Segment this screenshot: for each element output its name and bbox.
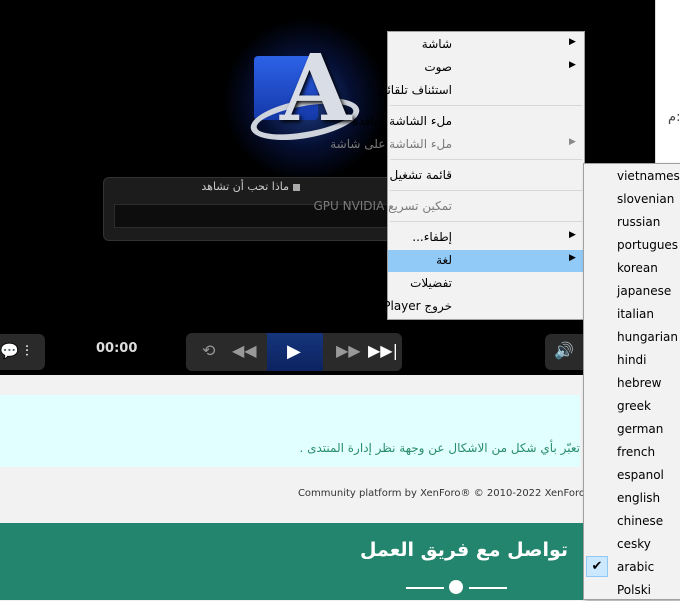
language-submenu: vietnamese slovenian russian portugues k… [583,163,680,600]
language-item[interactable]: portugues [584,234,680,256]
subtitles-icon[interactable]: 💬 [0,342,19,360]
menu-separator [390,221,582,222]
language-item[interactable]: espanol [584,464,680,486]
time-display: 00:00 [96,341,138,356]
menu-separator [390,105,582,106]
language-item[interactable]: korean [584,257,680,279]
language-item[interactable]: hebrew [584,372,680,394]
language-item[interactable]: greek [584,395,680,417]
language-item[interactable]: hindi [584,349,680,371]
next-track-icon[interactable]: ▶▶| [368,341,398,360]
submenu-arrow-icon: ▶ [569,60,576,70]
menu-item-screen[interactable]: شاشة ▶ [388,34,584,56]
language-item-selected[interactable]: ✔ arabic [584,556,680,578]
menu-item-fullscreen[interactable]: ملء الشاشة / نافذة [352,111,584,133]
divider-dot [449,580,463,594]
forum-notice: تعبّر بأي شكل من الاشكال عن وجهة نظر إدا… [0,395,580,467]
language-item[interactable]: hungarian [584,326,680,348]
playback-controls: ⟲ ◀◀ ▶ ▶▶ ▶▶| [186,333,402,371]
side-fragment: م: [668,110,680,125]
language-item[interactable]: Polski [584,579,680,601]
menu-separator [390,159,582,160]
menu-item-gpu-acceleration: تمكين تسريع GPU NVIDIA [313,199,452,213]
repeat-icon[interactable]: ⟲ [202,341,215,360]
menu-item-playlist[interactable]: قائمة تشغيل [388,165,584,187]
language-item[interactable]: chinese [584,510,680,532]
language-item[interactable]: japanese [584,280,680,302]
divider-right [469,587,507,589]
submenu-arrow-icon: ▶ [569,230,576,240]
menu-item-language[interactable]: لغة ▶ [388,250,584,272]
submenu-arrow-icon: ▶ [569,253,576,263]
play-button[interactable]: ▶ [267,333,323,371]
menu-item-exit[interactable]: خروج ALLPlayer [362,296,584,318]
notice-text: تعبّر بأي شكل من الاشكال عن وجهة نظر إدا… [299,441,580,455]
left-controls: 💬 ⫶ [0,334,45,370]
footer-copyright[interactable]: Community platform by XenForo® © 2010-20… [298,488,585,499]
play-icon: ▶ [287,341,301,362]
checkmark-icon: ✔ [586,556,608,577]
language-item[interactable]: german [584,418,680,440]
language-item[interactable]: vietnamese [584,165,680,187]
watch-panel-title: ماذا تحب أن تشاهد [201,180,300,193]
contact-section: تواصل مع فريق العمل [0,523,585,600]
context-menu: شاشة ▶ صوت ▶ استئناف تلقائي ملء الشاشة / ن… [313,31,585,320]
language-item[interactable]: english [584,487,680,509]
panel-marker-icon [293,183,300,191]
language-item[interactable]: french [584,441,680,463]
menu-item-preferences[interactable]: تفضيلات [388,273,584,295]
menu-separator [390,190,582,191]
menu-item-shutdown[interactable]: إطفاء... ▶ [388,227,584,249]
menu-item-audio[interactable]: صوت ▶ [388,57,584,79]
language-item[interactable]: italian [584,303,680,325]
submenu-arrow-icon: ▶ [569,37,576,47]
equalizer-icon[interactable]: ⫶ [25,342,29,360]
language-item[interactable]: russian [584,211,680,233]
language-item[interactable]: slovenian [584,188,680,210]
rewind-icon[interactable]: ◀◀ [232,341,257,360]
submenu-arrow-icon: ▶ [569,137,576,147]
volume-control[interactable]: 🔊 [545,334,585,370]
contact-title: تواصل مع فريق العمل [360,539,569,561]
divider-left [406,587,444,589]
menu-item-fullscreen-on-screen: ملء الشاشة على شاشة ▶ [330,137,576,151]
language-item[interactable]: cesky [584,533,680,555]
menu-item-auto-resume[interactable]: استئناف تلقائي [377,80,584,102]
volume-icon: 🔊 [554,341,574,360]
fast-forward-icon[interactable]: ▶▶ [336,341,361,360]
